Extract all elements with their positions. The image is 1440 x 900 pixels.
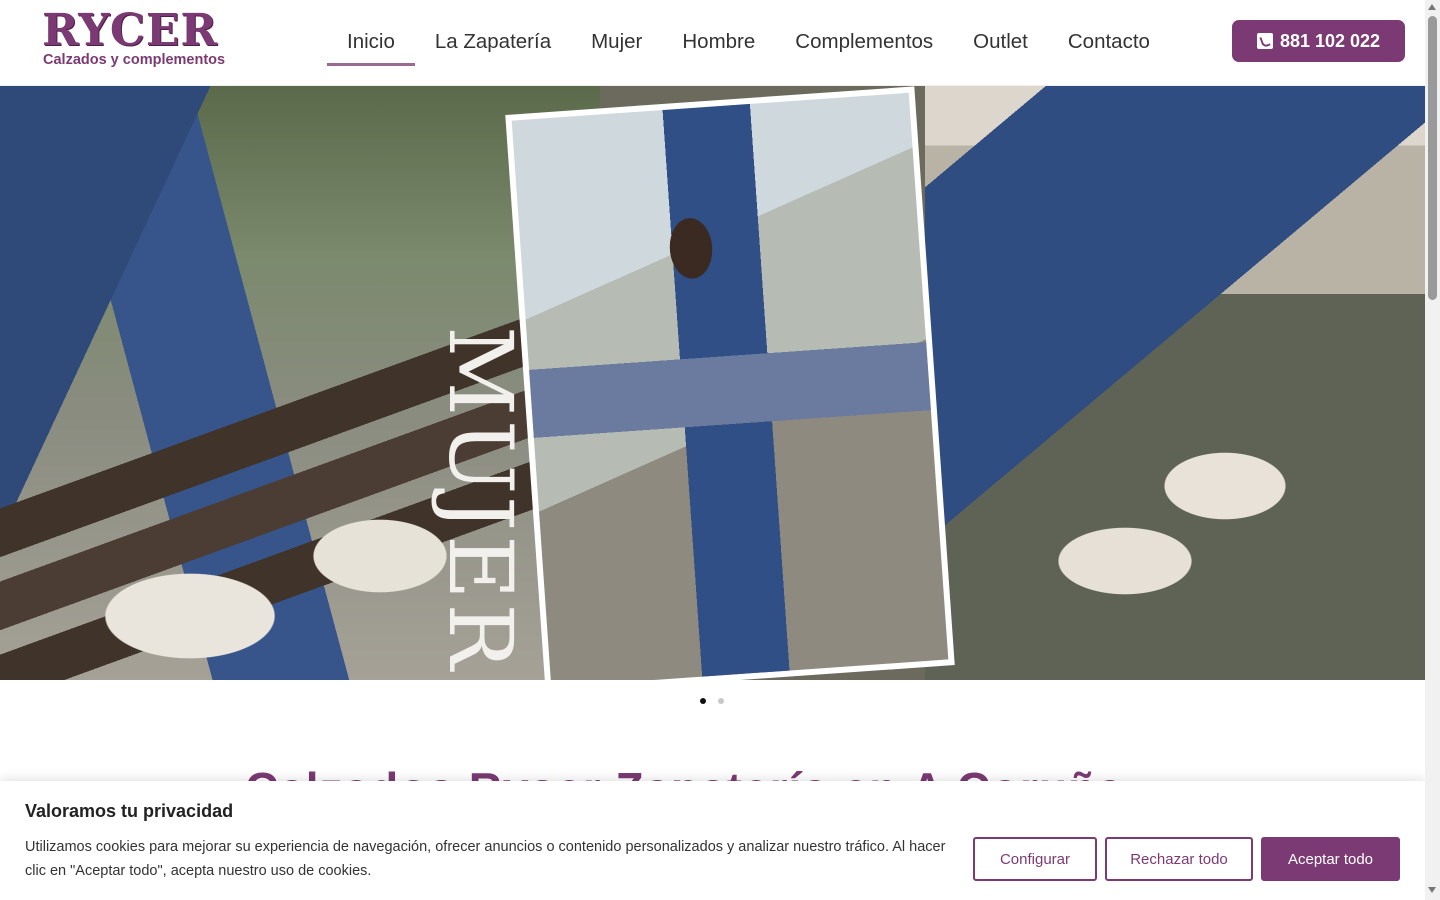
hero-overlay-word: MUJER	[429, 326, 532, 674]
scroll-thumb[interactable]	[1428, 16, 1437, 300]
nav-item-complementos[interactable]: Complementos	[775, 20, 953, 66]
hero-image-right	[925, 86, 1425, 680]
site-header: RYCER Calzados y complementos Inicio La …	[0, 0, 1425, 86]
brand-logo[interactable]: RYCER Calzados y complementos	[42, 8, 242, 70]
cookie-title: Valoramos tu privacidad	[25, 801, 234, 821]
cookie-text: Utilizamos cookies para mejorar su exper…	[25, 839, 946, 879]
page-scrollbar[interactable]	[1425, 0, 1440, 900]
hero-overlay-text: MUJER	[429, 326, 540, 680]
nav-item-contacto[interactable]: Contacto	[1048, 20, 1170, 66]
slider-dot-2[interactable]	[718, 698, 724, 704]
slider-dot-1[interactable]	[700, 698, 706, 704]
cookie-banner: Valoramos tu privacidad Utilizamos cooki…	[0, 781, 1425, 900]
logo-wordmark: RYCER	[42, 5, 218, 56]
phone-icon	[1256, 33, 1273, 49]
nav-item-mujer[interactable]: Mujer	[571, 20, 662, 66]
cookie-configure-button[interactable]: Configurar	[973, 837, 1097, 881]
phone-number: 881 102 022	[1279, 30, 1381, 51]
hero-photo	[511, 92, 949, 680]
hero-photo-card	[505, 86, 955, 680]
nav-item-la-zapateria[interactable]: La Zapatería	[415, 20, 571, 66]
main-nav: Inicio La Zapatería Mujer Hombre Complem…	[327, 20, 1170, 66]
cookie-accept-button[interactable]: Aceptar todo	[1261, 837, 1400, 881]
nav-item-hombre[interactable]: Hombre	[662, 20, 775, 66]
phone-button[interactable]: 881 102 022	[1232, 20, 1405, 62]
scroll-down-arrow-icon[interactable]	[1428, 887, 1436, 893]
cookie-reject-button[interactable]: Rechazar todo	[1105, 837, 1253, 881]
scroll-up-arrow-icon[interactable]	[1428, 4, 1436, 10]
hero-slider[interactable]: MUJER	[0, 86, 1425, 680]
nav-item-outlet[interactable]: Outlet	[953, 20, 1048, 66]
logo-tagline: Calzados y complementos	[43, 52, 226, 68]
nav-item-inicio[interactable]: Inicio	[327, 20, 415, 66]
slider-pagination	[700, 698, 724, 704]
